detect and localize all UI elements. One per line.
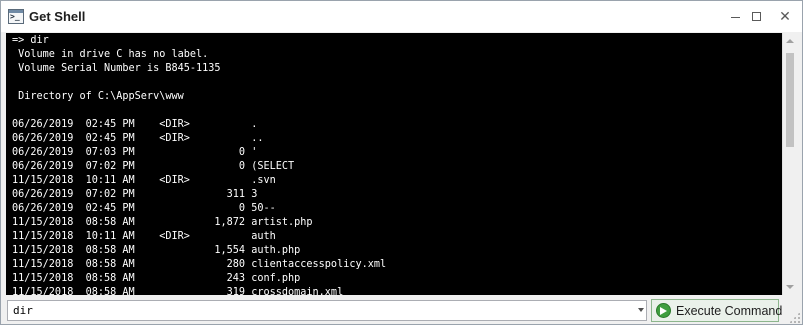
maximize-icon — [751, 12, 761, 21]
console-line: 06/26/2019 02:45 PM 0 50-- — [12, 203, 276, 214]
console-line: 06/26/2019 07:03 PM 0 ' — [12, 147, 258, 158]
scroll-down-icon[interactable] — [786, 285, 794, 289]
console-line: 06/26/2019 02:45 PM <DIR> .. — [12, 133, 264, 144]
play-circle-icon — [656, 303, 671, 318]
command-combobox[interactable] — [7, 300, 647, 321]
resize-grip-icon[interactable] — [789, 312, 800, 323]
console-line: Volume in drive C has no label. — [12, 49, 209, 60]
close-button[interactable]: ✕ — [772, 1, 798, 32]
console-line: 06/26/2019 07:02 PM 311 3 — [12, 189, 258, 200]
console-text: => dir Volume in drive C has no label. V… — [12, 34, 782, 295]
console-line: 11/15/2018 08:58 AM 280 clientaccesspoli… — [12, 259, 387, 270]
console-line: => dir — [12, 35, 49, 46]
title-bar: >_ Get Shell ✕ — [1, 1, 802, 32]
console-line: 11/15/2018 08:58 AM 1,554 auth.php — [12, 245, 301, 256]
console-scrollbar[interactable] — [782, 33, 797, 295]
scrollbar-thumb[interactable] — [786, 53, 794, 147]
execute-command-button[interactable]: Execute Command — [651, 299, 783, 322]
console-line: 11/15/2018 08:58 AM 319 crossdomain.xml — [12, 287, 344, 295]
execute-command-label: Execute Command — [676, 303, 783, 318]
command-input[interactable] — [8, 301, 628, 320]
console-line: 06/26/2019 07:02 PM 0 (SELECT — [12, 161, 295, 172]
minimize-icon — [730, 17, 740, 18]
console-line: Directory of C:\AppServ\www — [12, 91, 184, 102]
console-line: Volume Serial Number is B845-1135 — [12, 63, 221, 74]
window-title: Get Shell — [29, 9, 86, 24]
console-line: 11/15/2018 10:11 AM <DIR> .svn — [12, 175, 276, 186]
console-line: 11/15/2018 08:58 AM 1,872 artist.php — [12, 217, 313, 228]
get-shell-window: >_ Get Shell ✕ => dir Volume in drive C … — [0, 0, 803, 325]
scroll-up-icon[interactable] — [786, 39, 794, 43]
console-line: 06/26/2019 02:45 PM <DIR> . — [12, 119, 258, 130]
terminal-icon: >_ — [8, 9, 24, 24]
chevron-down-icon[interactable] — [638, 308, 644, 312]
maximize-button[interactable] — [743, 1, 769, 32]
console-line: 11/15/2018 10:11 AM <DIR> auth — [12, 231, 276, 242]
console-line: 11/15/2018 08:58 AM 243 conf.php — [12, 273, 301, 284]
console-output[interactable]: => dir Volume in drive C has no label. V… — [6, 33, 797, 295]
close-icon: ✕ — [779, 8, 791, 25]
